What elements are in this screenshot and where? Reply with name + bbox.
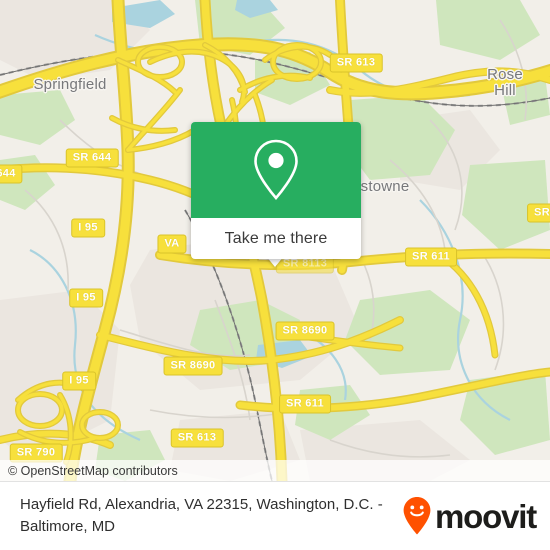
location-preview-image (191, 122, 361, 218)
shield-sr-613-lower[interactable]: SR 613 (170, 428, 224, 448)
map-canvas[interactable]: Springfield Rose Hill stowne SR 613 644 … (0, 0, 550, 481)
location-preview-card[interactable]: Take me there (191, 122, 361, 259)
shield-i-95-mid[interactable]: I 95 (69, 288, 103, 308)
map-page: Springfield Rose Hill stowne SR 613 644 … (0, 0, 550, 550)
shield-sr-611-lower[interactable]: SR 611 (279, 394, 331, 414)
shield-sr-8690-right[interactable]: SR 8690 (275, 321, 335, 341)
shield-sr-edge-clipped[interactable]: SR (527, 203, 550, 223)
take-me-there-button[interactable]: Take me there (191, 218, 361, 259)
shield-sr-611-upper[interactable]: SR 611 (405, 247, 457, 267)
address-label: Hayfield Rd, Alexandria, VA 22315, Washi… (20, 496, 383, 535)
moovit-wordmark: moovit (435, 497, 537, 535)
moovit-logo[interactable]: moovit (402, 496, 550, 536)
footer-bar: Hayfield Rd, Alexandria, VA 22315, Washi… (0, 481, 550, 550)
shield-sr-644[interactable]: SR 644 (65, 148, 119, 168)
shield-i-95-upper[interactable]: I 95 (71, 218, 105, 238)
moovit-smiley-pin-icon (403, 497, 431, 535)
shield-va-clipped[interactable]: VA (157, 234, 187, 254)
shield-sr-8690-left[interactable]: SR 8690 (163, 356, 223, 376)
shield-sr-613-north[interactable]: SR 613 (329, 53, 383, 73)
shield-sr-644-clipped[interactable]: 644 (0, 164, 23, 184)
map-pin-icon (254, 139, 298, 200)
osm-attribution[interactable]: © OpenStreetMap contributors (8, 464, 178, 478)
shield-i-95-lower[interactable]: I 95 (62, 371, 96, 391)
